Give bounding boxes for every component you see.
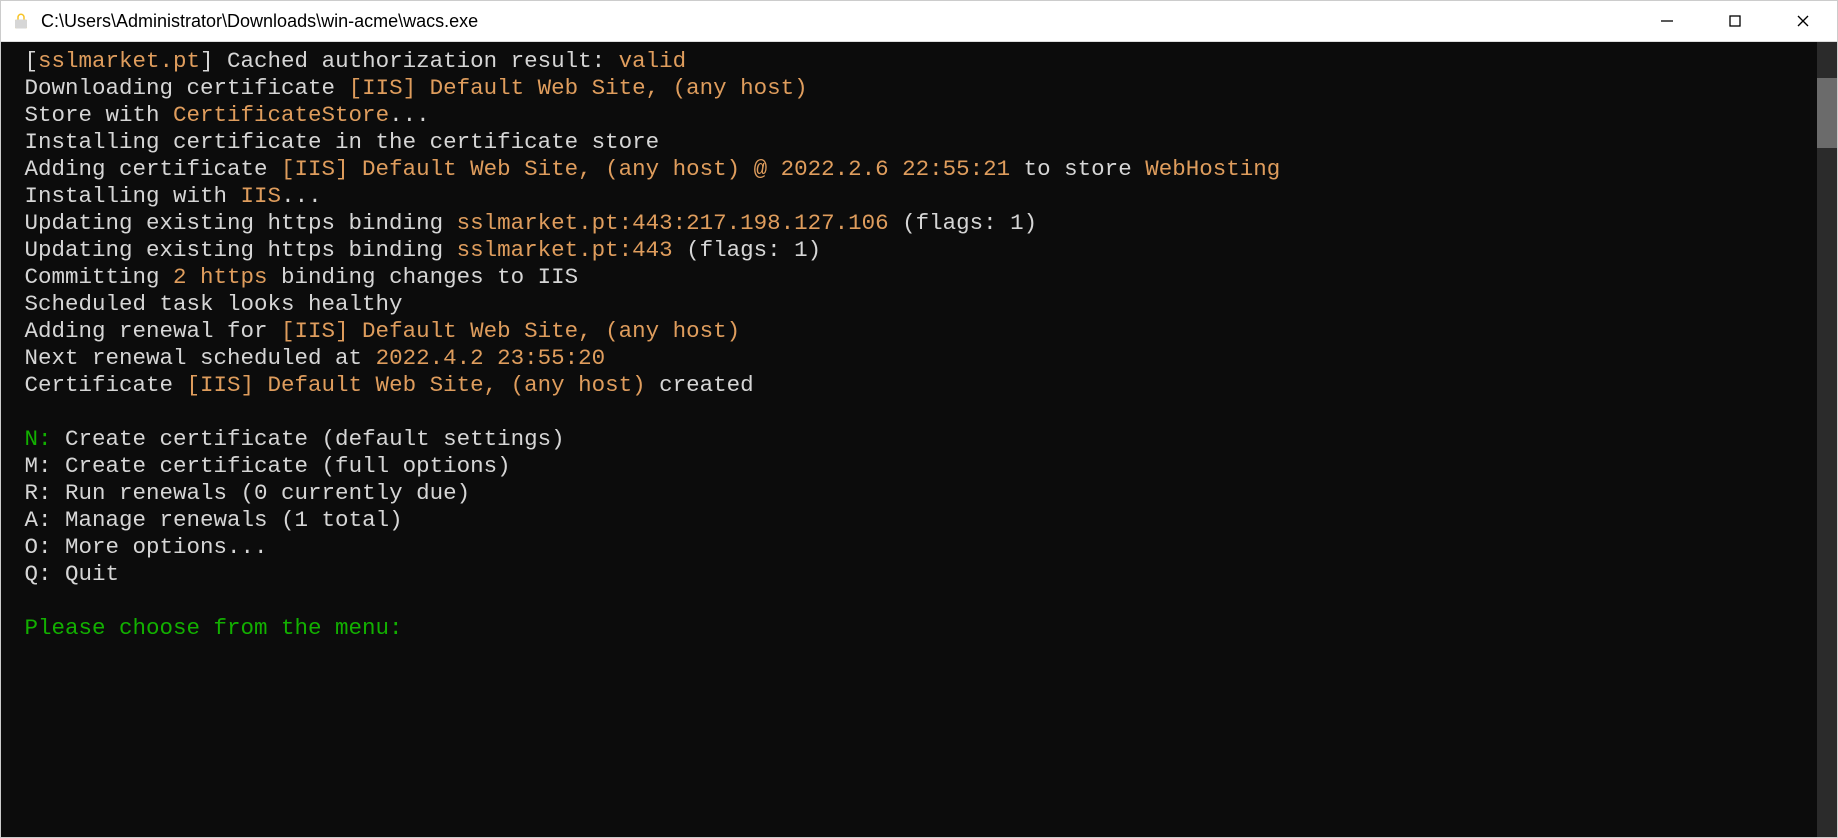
terminal-text-segment: Create certificate (full options) <box>52 453 511 479</box>
terminal-text-segment: sslmarket.pt <box>38 48 200 74</box>
terminal-text-segment: Run renewals (0 currently due) <box>52 480 471 506</box>
window-controls <box>1633 1 1837 41</box>
window-title: C:\Users\Administrator\Downloads\win-acm… <box>41 11 1633 32</box>
terminal-text-segment: [IIS] Default Web Site, (any host) @ 202… <box>281 156 1010 182</box>
terminal-line: Store with CertificateStore... <box>11 102 1817 129</box>
terminal-text-segment: Downloading certificate <box>11 75 349 101</box>
terminal-text-segment: WebHosting <box>1145 156 1280 182</box>
terminal-text-segment <box>11 399 25 425</box>
terminal-text-segment: Installing certificate in the certificat… <box>11 129 659 155</box>
terminal-line: Installing with IIS... <box>11 183 1817 210</box>
terminal-text-segment: IIS <box>241 183 282 209</box>
terminal-text-segment: ... <box>281 183 322 209</box>
terminal-line <box>11 399 1817 426</box>
terminal-text-segment: Q: <box>11 561 52 587</box>
terminal-text-segment: Scheduled task looks healthy <box>11 291 403 317</box>
terminal-text-segment: Adding certificate <box>11 156 281 182</box>
terminal-text-segment: valid <box>619 48 687 74</box>
terminal-line: Updating existing https binding sslmarke… <box>11 237 1817 264</box>
terminal-text-segment: Manage renewals (1 total) <box>52 507 403 533</box>
terminal-text-segment: Next renewal scheduled at <box>11 345 376 371</box>
terminal-line: Scheduled task looks healthy <box>11 291 1817 318</box>
terminal-text-segment: 2022.4.2 23:55:20 <box>376 345 606 371</box>
lock-icon <box>11 11 31 31</box>
terminal-text-segment: M: <box>11 453 52 479</box>
titlebar[interactable]: C:\Users\Administrator\Downloads\win-acm… <box>1 1 1837 42</box>
terminal-line: O: More options... <box>11 534 1817 561</box>
terminal-line: A: Manage renewals (1 total) <box>11 507 1817 534</box>
terminal-text-segment: 2 https <box>173 264 268 290</box>
terminal-text-segment: [IIS] Default Web Site, (any host) <box>281 318 740 344</box>
terminal-text-segment: sslmarket.pt:443 <box>457 237 673 263</box>
terminal-text-segment: N: <box>11 426 52 452</box>
terminal-line: N: Create certificate (default settings) <box>11 426 1817 453</box>
terminal-text-segment: ... <box>389 102 430 128</box>
terminal-text-segment: R: <box>11 480 52 506</box>
terminal-line: Adding certificate [IIS] Default Web Sit… <box>11 156 1817 183</box>
terminal-text-segment: Committing <box>11 264 173 290</box>
terminal-line: Adding renewal for [IIS] Default Web Sit… <box>11 318 1817 345</box>
minimize-button[interactable] <box>1633 1 1701 41</box>
terminal-line: Please choose from the menu: <box>11 615 1817 642</box>
maximize-button[interactable] <box>1701 1 1769 41</box>
terminal-line: Next renewal scheduled at 2022.4.2 23:55… <box>11 345 1817 372</box>
console-body: [sslmarket.pt] Cached authorization resu… <box>1 42 1837 837</box>
terminal-text-segment: CertificateStore <box>173 102 389 128</box>
terminal-text-segment: Updating existing https binding <box>11 237 457 263</box>
terminal-line: Q: Quit <box>11 561 1817 588</box>
terminal-text-segment: to store <box>1010 156 1145 182</box>
terminal-text-segment: ] Cached authorization result: <box>200 48 619 74</box>
terminal-text-segment: A: <box>11 507 52 533</box>
scrollbar-thumb[interactable] <box>1817 78 1837 148</box>
terminal-line: [sslmarket.pt] Cached authorization resu… <box>11 48 1817 75</box>
terminal-text-segment: sslmarket.pt:443:217.198.127.106 <box>457 210 889 236</box>
terminal-line: Installing certificate in the certificat… <box>11 129 1817 156</box>
terminal-text-segment: Create certificate (default settings) <box>52 426 565 452</box>
terminal-text-segment: Certificate <box>11 372 187 398</box>
terminal-line: R: Run renewals (0 currently due) <box>11 480 1817 507</box>
terminal-text-segment: [IIS] Default Web Site, (any host) <box>187 372 646 398</box>
terminal-line: Updating existing https binding sslmarke… <box>11 210 1817 237</box>
terminal-text-segment: binding changes to IIS <box>268 264 579 290</box>
close-button[interactable] <box>1769 1 1837 41</box>
terminal-line: Committing 2 https binding changes to II… <box>11 264 1817 291</box>
terminal-text-segment: [ <box>11 48 38 74</box>
terminal-text-segment: O: <box>11 534 52 560</box>
terminal-text-segment: Adding renewal for <box>11 318 281 344</box>
terminal-text-segment <box>11 588 25 614</box>
terminal-line: Certificate [IIS] Default Web Site, (any… <box>11 372 1817 399</box>
terminal-text-segment: Please choose from the menu: <box>11 615 403 641</box>
terminal-text-segment: Quit <box>52 561 120 587</box>
terminal-text-segment: Store with <box>11 102 173 128</box>
terminal-line: M: Create certificate (full options) <box>11 453 1817 480</box>
terminal-output[interactable]: [sslmarket.pt] Cached authorization resu… <box>1 42 1817 837</box>
terminal-line <box>11 588 1817 615</box>
console-window: C:\Users\Administrator\Downloads\win-acm… <box>0 0 1838 838</box>
terminal-text-segment: [IIS] Default Web Site, (any host) <box>349 75 808 101</box>
terminal-text-segment: (flags: 1) <box>889 210 1038 236</box>
terminal-text-segment: created <box>646 372 754 398</box>
scrollbar[interactable] <box>1817 42 1837 837</box>
terminal-text-segment: Installing with <box>11 183 241 209</box>
terminal-text-segment: More options... <box>52 534 268 560</box>
terminal-text-segment: Updating existing https binding <box>11 210 457 236</box>
terminal-line: Downloading certificate [IIS] Default We… <box>11 75 1817 102</box>
terminal-text-segment: (flags: 1) <box>673 237 822 263</box>
